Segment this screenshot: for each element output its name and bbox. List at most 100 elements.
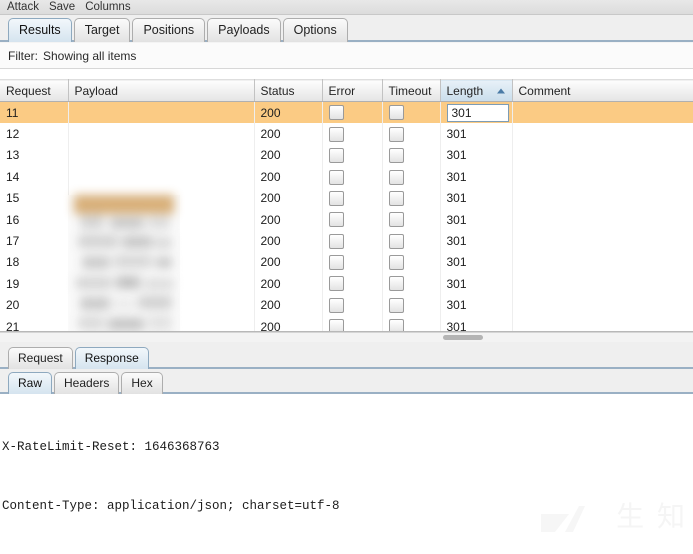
error-checkbox[interactable] — [328, 233, 344, 249]
tab-response[interactable]: Response — [74, 347, 149, 369]
cell-length: 301 — [440, 144, 513, 167]
cell-error[interactable] — [322, 144, 383, 167]
tab-results[interactable]: Results — [8, 18, 72, 42]
menu-item-columns[interactable]: Columns — [82, 1, 137, 14]
error-checkbox[interactable] — [328, 105, 344, 121]
cell-error[interactable] — [322, 208, 383, 231]
timeout-checkbox[interactable] — [388, 297, 404, 313]
filter-bar[interactable]: Filter: Showing all items — [0, 42, 693, 69]
tab-raw[interactable]: Raw — [8, 372, 53, 394]
cell-error[interactable] — [322, 101, 383, 124]
tab-request[interactable]: Request — [8, 347, 73, 369]
error-checkbox[interactable] — [328, 276, 344, 292]
tab-hex[interactable]: Hex — [121, 372, 163, 394]
cell-timeout[interactable] — [382, 187, 441, 209]
cell-comment[interactable] — [512, 144, 693, 167]
error-checkbox[interactable] — [328, 148, 344, 164]
column-header-error[interactable]: Error — [322, 79, 383, 102]
error-checkbox[interactable] — [328, 297, 344, 313]
cell-comment[interactable] — [512, 208, 693, 231]
table-row[interactable]: 11 200 301 — [0, 101, 693, 124]
cell-error[interactable] — [322, 187, 383, 209]
cell-length[interactable]: 301 — [440, 101, 513, 124]
timeout-checkbox[interactable] — [388, 319, 404, 331]
length-value[interactable]: 301 — [446, 103, 509, 122]
cell-timeout[interactable] — [382, 273, 441, 295]
cell-timeout[interactable] — [382, 166, 441, 188]
tab-headers[interactable]: Headers — [54, 372, 120, 394]
cell-comment[interactable] — [512, 187, 693, 209]
cell-timeout[interactable] — [382, 230, 441, 252]
cell-comment[interactable] — [512, 101, 693, 124]
table-row[interactable]: 16 200 301 — [0, 208, 693, 231]
timeout-checkbox[interactable] — [388, 190, 404, 206]
timeout-checkbox[interactable] — [388, 169, 404, 185]
timeout-checkbox[interactable] — [388, 126, 404, 142]
cell-comment[interactable] — [512, 315, 693, 331]
results-horizontal-scrollbar[interactable] — [0, 332, 693, 342]
menu-item-attack[interactable]: Attack — [4, 1, 46, 14]
tab-target[interactable]: Target — [73, 18, 131, 42]
table-row[interactable]: 15 200 301 — [0, 187, 693, 209]
table-row[interactable]: 13 200 301 — [0, 144, 693, 167]
timeout-checkbox[interactable] — [388, 212, 404, 228]
results-table-container[interactable]: Request Payload Status Error Timeout Len… — [0, 79, 693, 332]
cell-timeout[interactable] — [382, 144, 441, 167]
cell-comment[interactable] — [512, 294, 693, 316]
length-value: 301 — [446, 127, 467, 142]
column-header-request[interactable]: Request — [0, 79, 69, 102]
cell-error[interactable] — [322, 315, 383, 331]
length-value: 301 — [446, 169, 467, 184]
column-header-status[interactable]: Status — [254, 79, 323, 102]
scrollbar-thumb[interactable] — [443, 335, 483, 340]
cell-comment[interactable] — [512, 230, 693, 252]
tab-positions[interactable]: Positions — [132, 18, 206, 42]
cell-error[interactable] — [322, 166, 383, 188]
cell-error[interactable] — [322, 251, 383, 274]
cell-timeout[interactable] — [382, 294, 441, 316]
column-header-length[interactable]: Length — [440, 79, 513, 102]
table-row[interactable]: 21 200 301 — [0, 315, 693, 331]
error-checkbox[interactable] — [328, 319, 344, 331]
cell-comment[interactable] — [512, 123, 693, 145]
cell-error[interactable] — [322, 294, 383, 316]
timeout-checkbox[interactable] — [388, 148, 404, 164]
message-tab-strip: Request Response — [0, 342, 693, 369]
cell-comment[interactable] — [512, 251, 693, 274]
timeout-checkbox[interactable] — [388, 105, 404, 121]
column-header-comment[interactable]: Comment — [512, 79, 693, 102]
tab-options[interactable]: Options — [282, 18, 348, 42]
table-row[interactable]: 20 200 301 — [0, 294, 693, 316]
error-checkbox[interactable] — [328, 126, 344, 142]
cell-payload — [68, 123, 255, 145]
error-checkbox[interactable] — [328, 190, 344, 206]
error-checkbox[interactable] — [328, 212, 344, 228]
table-row[interactable]: 12 200 301 — [0, 123, 693, 145]
table-row[interactable]: 17 200 301 — [0, 230, 693, 252]
cell-comment[interactable] — [512, 166, 693, 188]
tab-payloads[interactable]: Payloads — [207, 18, 281, 42]
cell-payload — [68, 101, 255, 124]
response-raw-viewer[interactable]: X-RateLimit-Reset: 1646368763 Content-Ty… — [0, 394, 693, 534]
timeout-checkbox[interactable] — [388, 255, 404, 271]
filter-label: Filter: — [8, 48, 38, 63]
cell-timeout[interactable] — [382, 208, 441, 231]
cell-timeout[interactable] — [382, 315, 441, 331]
menu-item-save[interactable]: Save — [46, 1, 82, 14]
cell-comment[interactable] — [512, 273, 693, 295]
error-checkbox[interactable] — [328, 255, 344, 271]
cell-timeout[interactable] — [382, 101, 441, 124]
cell-error[interactable] — [322, 123, 383, 145]
timeout-checkbox[interactable] — [388, 276, 404, 292]
cell-timeout[interactable] — [382, 123, 441, 145]
table-row[interactable]: 19 200 301 — [0, 273, 693, 295]
table-row[interactable]: 14 200 301 — [0, 166, 693, 188]
cell-timeout[interactable] — [382, 251, 441, 274]
column-header-payload[interactable]: Payload — [68, 79, 255, 102]
column-header-timeout[interactable]: Timeout — [382, 79, 441, 102]
table-row[interactable]: 18 200 301 — [0, 251, 693, 274]
cell-error[interactable] — [322, 273, 383, 295]
cell-error[interactable] — [322, 230, 383, 252]
timeout-checkbox[interactable] — [388, 233, 404, 249]
error-checkbox[interactable] — [328, 169, 344, 185]
